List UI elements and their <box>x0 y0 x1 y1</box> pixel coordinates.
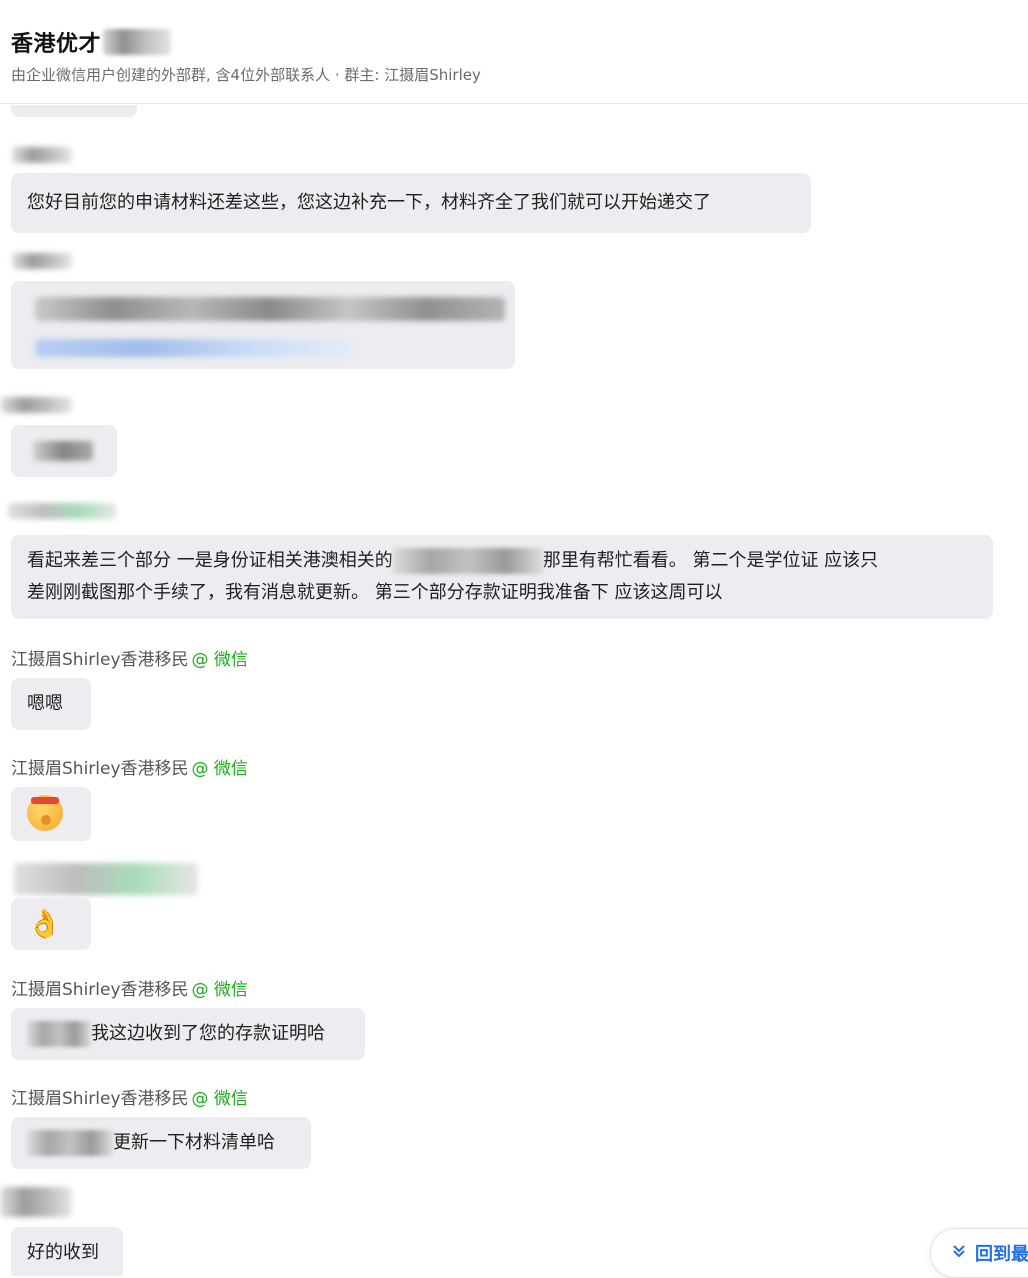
redacted-text <box>27 1130 113 1156</box>
sender-source: @ 微信 <box>191 980 248 1000</box>
message-text: 嗯嗯 <box>27 693 63 714</box>
group-subtitle: 由企业微信用户创建的外部群, 含4位外部联系人 · 群主: 江摄眉Shirley <box>11 66 481 84</box>
back-to-latest-button[interactable]: 回到最 <box>930 1228 1028 1278</box>
message-bubble[interactable]: 您好目前您的申请材料还差这些，您这边补充一下，材料齐全了我们就可以开始递交了 <box>11 173 811 233</box>
message-bubble-partial[interactable] <box>11 105 137 117</box>
redacted-sender-name <box>14 863 198 895</box>
redacted-sender-name <box>12 147 72 163</box>
message-bubble[interactable]: 好的收到 <box>11 1227 123 1276</box>
redacted-sender-name <box>0 397 72 413</box>
message-bubble-redacted[interactable] <box>11 425 117 477</box>
redacted-sender-name <box>0 1187 72 1217</box>
sender-name[interactable]: 江摄眉Shirley香港移民 <box>11 759 189 779</box>
message-bubble[interactable]: 嗯嗯 <box>11 678 91 730</box>
message-bubble-emoji[interactable] <box>11 787 91 841</box>
redacted-sender-name <box>12 253 72 269</box>
salute-face-emoji <box>27 795 63 831</box>
sender-name[interactable]: 江摄眉Shirley香港移民 <box>11 650 189 670</box>
message-bubble[interactable]: 更新一下材料清单哈 <box>11 1117 311 1169</box>
sender-source: @ 微信 <box>191 650 248 670</box>
chat-header: 香港优才 由企业微信用户创建的外部群, 含4位外部联系人 · 群主: 江摄眉Sh… <box>0 0 1028 104</box>
redacted-text-line <box>35 297 505 321</box>
message-list[interactable]: 您好目前您的申请材料还差这些，您这边补充一下，材料齐全了我们就可以开始递交了 看… <box>0 105 1028 1276</box>
message-bubble[interactable]: 我这边收到了您的存款证明哈 <box>11 1008 365 1060</box>
sender-label: 江摄眉Shirley香港移民 @ 微信 <box>11 754 248 779</box>
ok-hand-emoji: 👌 <box>27 907 62 940</box>
redacted-text <box>392 548 543 574</box>
sender-label: 江摄眉Shirley香港移民 @ 微信 <box>11 645 248 670</box>
sender-label: 江摄眉Shirley香港移民 @ 微信 <box>11 1084 248 1109</box>
back-to-latest-label: 回到最 <box>975 1244 1028 1265</box>
message-text: 我这边收到了您的存款证明哈 <box>91 1023 325 1044</box>
sender-source: @ 微信 <box>191 759 248 779</box>
redacted-link-line <box>35 339 355 357</box>
message-text: 差刚刚截图那个手续了，我有消息就更新。 第三个部分存款证明我准备下 应该这周可以 <box>27 582 723 603</box>
redacted-text <box>27 1021 91 1047</box>
message-text: 更新一下材料清单哈 <box>113 1132 275 1153</box>
message-text: 您好目前您的申请材料还差这些，您这边补充一下，材料齐全了我们就可以开始递交了 <box>27 192 711 213</box>
message-bubble-redacted[interactable] <box>11 281 515 369</box>
message-bubble[interactable]: 看起来差三个部分 一是身份证相关港澳相关的 那里有帮忙看看。 第二个是学位证 应该… <box>11 535 993 619</box>
redacted-text <box>33 441 93 461</box>
sender-name[interactable]: 江摄眉Shirley香港移民 <box>11 980 189 1000</box>
group-title[interactable]: 香港优才 <box>11 26 101 58</box>
message-text: 那里有帮忙看看。 第二个是学位证 应该只 <box>542 550 879 571</box>
redacted-sender-name <box>8 503 116 519</box>
sender-label: 江摄眉Shirley香港移民 @ 微信 <box>11 975 248 1000</box>
redacted-title-suffix <box>103 29 172 55</box>
double-chevron-down-icon <box>951 1243 967 1263</box>
message-text: 好的收到 <box>27 1242 99 1263</box>
sender-name[interactable]: 江摄眉Shirley香港移民 <box>11 1089 189 1109</box>
sender-source: @ 微信 <box>191 1089 248 1109</box>
message-bubble-emoji[interactable]: 👌 <box>11 898 91 950</box>
message-text: 看起来差三个部分 一是身份证相关港澳相关的 <box>27 550 393 571</box>
